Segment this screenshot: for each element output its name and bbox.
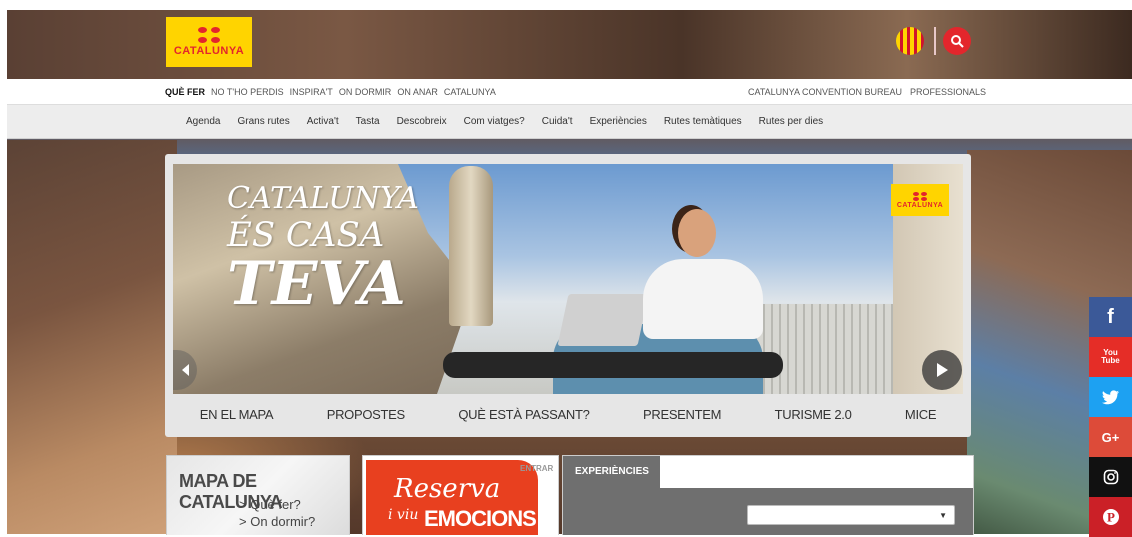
destination-select[interactable]: ▼ (747, 505, 955, 525)
entrar-link[interactable]: ENTRAR (520, 464, 553, 473)
topnav-no-tho-perdis[interactable]: NO T'HO PERDIS (211, 87, 284, 97)
topnav-convention-bureau[interactable]: CATALUNYA CONVENTION BUREAU (748, 87, 902, 97)
subnav-descobreix[interactable]: Descobreix (397, 116, 447, 127)
catalan-flag-icon[interactable] (896, 27, 924, 55)
promo-line1: Reserva (394, 474, 501, 504)
map-link-que-fer[interactable]: > Què fer? (239, 496, 315, 513)
hero-carousel: CATALUNYA ÉS CASA TEVA CATALUNYA EN EL M… (165, 154, 971, 437)
tab-propostes[interactable]: PROPOSTES (327, 407, 406, 422)
map-panel[interactable]: MAPA DE CATALUNYA > Què fer? > On dormir… (166, 455, 350, 535)
topnav-on-anar[interactable]: ON ANAR (397, 87, 438, 97)
slide-headline-line3: TEVA (227, 249, 406, 319)
slide-logo-text: CATALUNYA (896, 201, 944, 209)
subnav-tasta[interactable]: Tasta (356, 116, 380, 127)
reserva-card[interactable]: Reserva i viu EMOCIONS (366, 460, 538, 535)
instagram-icon[interactable] (1089, 457, 1132, 497)
carousel-tabs: EN EL MAPA PROPOSTES QUÈ ESTÀ PASSANT? P… (173, 398, 963, 430)
promo-line2: i viu (388, 507, 419, 523)
subnav-experiencies[interactable]: Experiències (590, 116, 647, 127)
header-divider (934, 27, 936, 55)
legs-image (443, 352, 783, 378)
subnav-agenda[interactable]: Agenda (186, 116, 220, 127)
tab-en-el-mapa[interactable]: EN EL MAPA (200, 407, 274, 422)
tab-turisme-2[interactable]: TURISME 2.0 (775, 407, 852, 422)
svg-text:P: P (1107, 510, 1115, 525)
slide-logo: CATALUNYA (891, 184, 949, 216)
chevron-left-icon (182, 364, 189, 376)
caret-down-icon: ▼ (939, 511, 947, 520)
carousel-slide[interactable]: CATALUNYA ÉS CASA TEVA CATALUNYA (173, 164, 963, 394)
subnav-activat[interactable]: Activa't (307, 116, 339, 127)
carousel-next-button[interactable] (922, 350, 962, 390)
topnav-on-dormir[interactable]: ON DORMIR (339, 87, 392, 97)
tab-que-esta-passant[interactable]: QUÈ ESTÀ PASSANT? (458, 407, 590, 422)
tab-mice[interactable]: MICE (905, 407, 937, 422)
promo-panel[interactable]: Reserva i viu EMOCIONS ENTRAR (362, 455, 559, 535)
woman-image (643, 259, 763, 339)
gaudi-tower-image (449, 166, 493, 326)
subnav-rutes-tematiques[interactable]: Rutes temàtiques (664, 116, 742, 127)
search-icon (951, 35, 964, 48)
top-nav: QUÈ FER NO T'HO PERDIS INSPIRA'T ON DORM… (7, 79, 1132, 105)
slide-headline-line2: ÉS CASA (227, 215, 385, 255)
search-button[interactable] (943, 27, 971, 55)
sub-nav: Agenda Grans rutes Activa't Tasta Descob… (7, 105, 1132, 139)
laptop-image (557, 294, 649, 346)
woman-head-image (678, 209, 716, 257)
logo-mark-icon (194, 27, 224, 43)
rock-left (7, 140, 177, 534)
logo-text: CATALUNYA (173, 45, 245, 57)
promo-line3: EMOCIONS (424, 506, 537, 531)
play-right-icon (937, 363, 948, 377)
slide-logo-mark-icon (911, 191, 929, 201)
slide-headline-line1: CATALUNYA (227, 181, 419, 216)
subnav-com-viatges[interactable]: Com viatges? (464, 116, 525, 127)
destination-label: On vols anar? (670, 477, 737, 488)
experiences-panel: EXPERIÈNCIES On vols anar? ▼ (562, 455, 974, 535)
google-plus-icon[interactable]: G+ (1089, 417, 1132, 457)
social-rail: f You Tube G+ P (1089, 297, 1132, 537)
tab-experiencies[interactable]: EXPERIÈNCIES (563, 456, 660, 488)
catalunya-logo[interactable]: CATALUNYA (166, 17, 252, 67)
topnav-catalunya[interactable]: CATALUNYA (444, 87, 496, 97)
twitter-icon[interactable] (1089, 377, 1132, 417)
subnav-rutes-per-dies[interactable]: Rutes per dies (759, 116, 823, 127)
topnav-que-fer[interactable]: QUÈ FER (165, 87, 205, 97)
subnav-cuidat[interactable]: Cuida't (542, 116, 573, 127)
facebook-icon[interactable]: f (1089, 297, 1132, 337)
subnav-grans-rutes[interactable]: Grans rutes (237, 116, 289, 127)
topnav-professionals[interactable]: PROFESSIONALS (910, 87, 986, 97)
map-link-on-dormir[interactable]: > On dormir? (239, 513, 315, 530)
topnav-inspirat[interactable]: INSPIRA'T (290, 87, 333, 97)
pinterest-icon[interactable]: P (1089, 497, 1132, 537)
slide-headline: CATALUNYA ÉS CASA TEVA (227, 181, 419, 319)
tab-presentem[interactable]: PRESENTEM (643, 407, 722, 422)
youtube-icon[interactable]: You Tube (1089, 337, 1132, 377)
